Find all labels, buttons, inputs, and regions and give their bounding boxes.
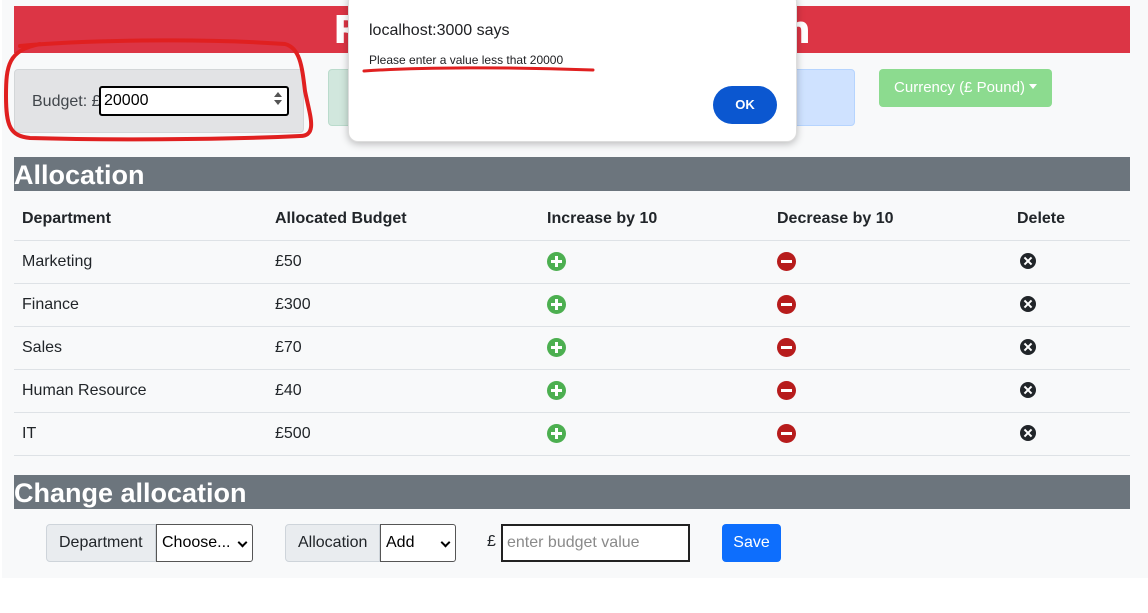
budget-value: 20000: [104, 92, 149, 109]
column-header-decrease: Decrease by 10: [769, 198, 1009, 241]
department-select-value: Choose...: [162, 534, 231, 551]
currency-symbol: £: [487, 533, 496, 550]
spinner-up-icon[interactable]: [274, 92, 282, 97]
delete-icon[interactable]: [1020, 382, 1036, 399]
column-header-increase: Increase by 10: [539, 198, 769, 241]
decrease-icon[interactable]: [777, 338, 796, 357]
department-cell: IT: [14, 412, 267, 456]
table-row: Finance £300: [14, 283, 1130, 327]
budget-cell: £50: [267, 240, 539, 284]
table-row: IT £500: [14, 412, 1130, 456]
table-row: Sales £70: [14, 326, 1130, 370]
chevron-down-icon: [440, 537, 451, 548]
increase-icon[interactable]: [547, 381, 566, 400]
budget-cell: £300: [267, 283, 539, 327]
budget-input[interactable]: 20000: [99, 86, 289, 116]
department-cell: Marketing: [14, 240, 267, 284]
department-cell: Sales: [14, 326, 267, 370]
alert-ok-button[interactable]: OK: [713, 86, 777, 124]
budget-panel: Budget: £ 20000: [14, 69, 304, 133]
department-select-group: Department Choose...: [46, 524, 253, 562]
budget-value-input[interactable]: enter budget value: [501, 524, 690, 562]
decrease-icon[interactable]: [777, 381, 796, 400]
budget-spinner[interactable]: [273, 91, 283, 111]
budget-label: Budget: £: [32, 93, 101, 110]
annotation-underline: [362, 66, 595, 73]
delete-icon[interactable]: [1020, 339, 1036, 356]
increase-icon[interactable]: [547, 295, 566, 314]
decrease-icon[interactable]: [777, 295, 796, 314]
allocation-addon-label: Allocation: [285, 524, 380, 562]
budget-cell: £40: [267, 369, 539, 413]
allocation-heading: Allocation: [14, 157, 1130, 191]
department-cell: Finance: [14, 283, 267, 327]
increase-icon[interactable]: [547, 252, 566, 271]
column-header-department: Department: [14, 198, 267, 241]
table-row: Marketing £50: [14, 240, 1130, 284]
delete-icon[interactable]: [1020, 296, 1036, 313]
delete-icon[interactable]: [1020, 253, 1036, 270]
budget-cell: £500: [267, 412, 539, 456]
currency-dropdown-label: Currency (£ Pound): [894, 79, 1025, 96]
alert-dialog: localhost:3000 says Please enter a value…: [348, 0, 797, 142]
allocation-select-value: Add: [386, 534, 415, 551]
decrease-icon[interactable]: [777, 424, 796, 443]
column-header-delete: Delete: [1009, 198, 1130, 241]
table-header-row: Department Allocated Budget Increase by …: [14, 198, 1130, 241]
decrease-icon[interactable]: [777, 252, 796, 271]
alert-title: localhost:3000 says: [369, 22, 510, 39]
table-row: Human Resource £40: [14, 369, 1130, 413]
delete-icon[interactable]: [1020, 425, 1036, 442]
department-select[interactable]: Choose...: [156, 524, 253, 562]
increase-icon[interactable]: [547, 424, 566, 443]
spinner-down-icon[interactable]: [274, 100, 282, 105]
allocation-select-group: Allocation Add: [285, 524, 456, 562]
chevron-down-icon: [237, 537, 248, 548]
column-header-allocated-budget: Allocated Budget: [267, 198, 539, 241]
spent-panel: [790, 69, 855, 126]
department-cell: Human Resource: [14, 369, 267, 413]
caret-down-icon: [1028, 84, 1037, 89]
increase-icon[interactable]: [547, 338, 566, 357]
budget-cell: £70: [267, 326, 539, 370]
allocation-table: Department Allocated Budget Increase by …: [14, 198, 1130, 456]
save-button[interactable]: Save: [722, 524, 781, 562]
change-allocation-heading: Change allocation: [14, 475, 1130, 509]
allocation-select[interactable]: Add: [380, 524, 456, 562]
department-addon-label: Department: [46, 524, 156, 562]
currency-dropdown-button[interactable]: Currency (£ Pound): [879, 69, 1052, 107]
